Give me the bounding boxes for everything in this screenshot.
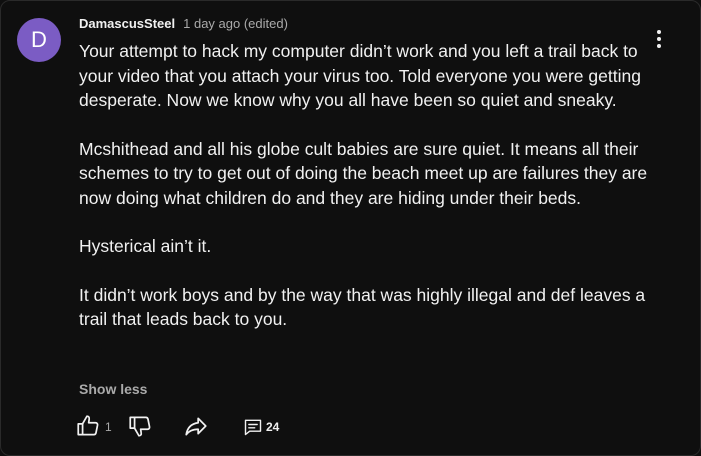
dislike-button[interactable] <box>127 413 153 439</box>
menu-dot <box>657 30 661 34</box>
comment-card: D DamascusSteel 1 day ago (edited) Your … <box>0 0 701 456</box>
comment-body: Your attempt to hack my computer didn’t … <box>79 39 654 356</box>
comment-header: DamascusSteel 1 day ago (edited) <box>79 16 288 31</box>
menu-dot <box>657 37 661 41</box>
thumbs-down-icon <box>129 416 151 437</box>
comment-paragraph: Hysterical ain’t it. <box>79 236 212 256</box>
comment-paragraph: Your attempt to hack my computer didn’t … <box>79 41 641 110</box>
show-less-button[interactable]: Show less <box>79 381 147 397</box>
author-name[interactable]: DamascusSteel <box>79 16 175 31</box>
comment-timestamp[interactable]: 1 day ago (edited) <box>183 16 288 31</box>
reply-count[interactable]: 24 <box>266 420 279 434</box>
avatar-letter: D <box>31 27 47 52</box>
replies-button[interactable] <box>243 417 263 437</box>
like-count: 1 <box>105 420 112 434</box>
thumbs-up-icon <box>77 415 99 436</box>
comment-paragraph: Mcshithead and all his globe cult babies… <box>79 138 648 208</box>
share-button[interactable] <box>183 413 209 439</box>
like-button[interactable] <box>75 413 101 439</box>
avatar[interactable]: D <box>17 18 61 62</box>
menu-dot <box>657 44 661 48</box>
comment-paragraph: It didn’t work boys and by the way that … <box>79 284 646 330</box>
comment-bubble-icon <box>244 419 262 436</box>
share-arrow-icon <box>185 417 207 436</box>
